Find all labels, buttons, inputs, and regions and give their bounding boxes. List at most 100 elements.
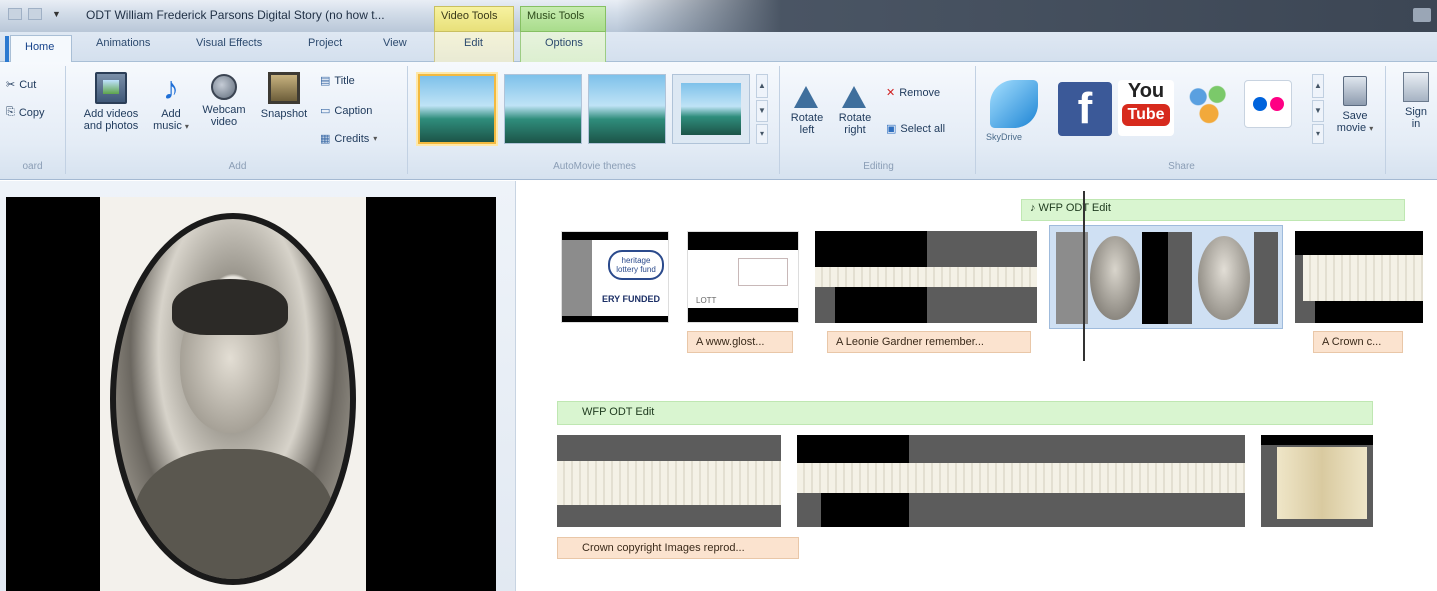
skydrive-icon[interactable] <box>990 80 1038 128</box>
share-gallery-up-icon[interactable]: ▲ <box>1312 74 1324 98</box>
title-bar-shade <box>617 0 1437 32</box>
rotate-left-label-2: left <box>799 124 815 136</box>
rotate-right-button[interactable]: Rotate right <box>834 80 876 136</box>
rotate-right-label-2: right <box>844 124 866 136</box>
clip-heritage-lottery[interactable]: heritage lottery fund ERY FUNDED <box>561 231 669 323</box>
clip-band-top <box>562 232 668 240</box>
caption-bar-2[interactable]: A Leonie Gardner remember... <box>827 331 1031 353</box>
share-group: SkyDrive f You Tube ▲ ▼ ▾ Save movie ▾ S… <box>978 66 1386 174</box>
clip-row2-2[interactable] <box>797 435 1245 527</box>
rotate-left-button[interactable]: Rotate left <box>786 80 828 136</box>
copy-icon: ⎘ <box>6 106 15 118</box>
clipboard-group: ✂ Cut ⎘ Copy oard <box>0 66 66 174</box>
title-button[interactable]: ▤ Title <box>320 74 355 88</box>
video-tools-label: Video Tools <box>434 6 514 32</box>
add-videos-photos-button[interactable]: Add videos and photos <box>76 72 146 132</box>
remove-x-icon: ✕ <box>886 87 896 99</box>
cut-button[interactable]: ✂ Cut <box>6 78 36 92</box>
ribbon-tabs: Home Animations Visual Effects Project V… <box>0 32 1437 64</box>
credits-button[interactable]: ▦ Credits ▾ <box>320 132 377 146</box>
clip-row2-3[interactable] <box>1261 435 1373 527</box>
theme-thumbnail-4[interactable] <box>672 74 750 144</box>
hair-shape <box>172 279 288 335</box>
save-movie-label-1: Save <box>1342 110 1368 122</box>
sign-in-label-1: Sign <box>1404 106 1428 118</box>
tab-view[interactable]: View <box>383 37 407 49</box>
select-all-icon: ▣ <box>886 123 897 135</box>
add-videos-label-1: Add videos <box>83 108 139 120</box>
facebook-icon[interactable]: f <box>1058 82 1112 136</box>
youtube-icon[interactable]: You Tube <box>1118 80 1174 136</box>
gallery-more-icon[interactable]: ▾ <box>756 124 768 144</box>
tab-options[interactable]: Options <box>545 37 583 49</box>
snapshot-button[interactable]: Snapshot <box>254 72 314 120</box>
rotate-left-label-1: Rotate <box>790 112 824 124</box>
preview-pane <box>0 181 516 591</box>
clip-band-top <box>815 231 927 267</box>
webcam-video-button[interactable]: Webcam video <box>198 72 250 128</box>
caption-bar-1[interactable]: A www.glost... <box>687 331 793 353</box>
copy-label: Copy <box>18 106 45 119</box>
skydrive-label: SkyDrive <box>986 132 1023 142</box>
caption-bar-3[interactable]: A Crown c... <box>1313 331 1403 353</box>
music-track-bar-2[interactable]: WFP ODT Edit <box>557 401 1373 425</box>
theme-thumbnail-1[interactable] <box>418 74 496 144</box>
credits-icon: ▦ <box>320 133 331 145</box>
copy-button[interactable]: ⎘ Copy <box>6 106 45 119</box>
rotate-left-icon <box>792 80 822 108</box>
add-music-label-2: music <box>153 120 182 132</box>
clip-band-bottom <box>821 493 909 527</box>
document-strip <box>1303 255 1423 301</box>
app-menu-icon[interactable] <box>8 8 22 20</box>
share-gallery-more-icon[interactable]: ▾ <box>1312 124 1324 144</box>
tab-home[interactable]: Home <box>5 35 72 64</box>
chevron-down-icon: ▾ <box>1369 124 1374 133</box>
theme-thumbnail-2[interactable] <box>504 74 582 144</box>
caption-button[interactable]: ▭ Caption <box>320 104 372 118</box>
gallery-down-icon[interactable]: ▼ <box>756 100 768 122</box>
tab-animations[interactable]: Animations <box>96 37 150 49</box>
clip-document-strip[interactable] <box>815 231 1037 323</box>
remove-button[interactable]: ✕ Remove <box>886 86 940 100</box>
tab-visual-effects[interactable]: Visual Effects <box>196 37 262 49</box>
rotate-right-label-1: Rotate <box>838 112 872 124</box>
music-track-bar-1[interactable]: ♪ WFP ODT Edit <box>1021 199 1405 221</box>
document-strip <box>815 267 1037 287</box>
share-gallery-down-icon[interactable]: ▼ <box>1312 100 1324 122</box>
heritage-logo: heritage lottery fund <box>608 250 664 280</box>
editing-group: Rotate left Rotate right ✕ Remove ▣ Sele… <box>782 66 976 174</box>
add-music-label-1: Add <box>161 108 181 120</box>
clip-gloster-logo[interactable]: LOTT <box>687 231 799 323</box>
gallery-up-icon[interactable]: ▲ <box>756 74 768 98</box>
share-group-label: Share <box>1168 161 1195 172</box>
youtube-text-bottom: Tube <box>1122 104 1170 126</box>
select-all-button[interactable]: ▣ Select all <box>886 122 945 136</box>
save-icon[interactable] <box>28 8 42 20</box>
add-music-button[interactable]: ♪ Add music ▾ <box>152 72 190 133</box>
tab-project[interactable]: Project <box>308 37 342 49</box>
preview-monitor[interactable] <box>6 197 496 591</box>
scissors-icon: ✂ <box>6 79 16 91</box>
flickr-icon[interactable] <box>1244 80 1292 128</box>
clip-transition-shape <box>562 240 592 322</box>
portrait-thumb-2 <box>1198 236 1250 320</box>
save-movie-icon <box>1343 76 1367 106</box>
caption-bar-row2[interactable]: Crown copyright Images reprod... <box>557 537 799 559</box>
clip-band-top <box>688 232 798 250</box>
title-icon: ▤ <box>320 75 331 87</box>
document-strip <box>797 463 1245 493</box>
groups-icon[interactable] <box>1182 80 1236 128</box>
uniform-shape <box>134 449 334 579</box>
customize-qat-icon[interactable]: ▼ <box>52 9 61 19</box>
clip-band-bottom <box>835 287 927 323</box>
minimize-icon[interactable] <box>1413 8 1431 22</box>
theme-thumbnail-4-image <box>681 83 741 135</box>
music-tools-label: Music Tools <box>520 6 606 32</box>
clip-crown-document[interactable] <box>1295 231 1423 323</box>
save-movie-button[interactable]: Save movie ▾ <box>1332 76 1378 135</box>
theme-thumbnail-3[interactable] <box>588 74 666 144</box>
sign-in-button[interactable]: Sign in <box>1396 72 1436 130</box>
clip-row2-1[interactable] <box>557 435 781 527</box>
tab-edit[interactable]: Edit <box>464 37 483 49</box>
playhead-marker[interactable] <box>1083 191 1085 361</box>
